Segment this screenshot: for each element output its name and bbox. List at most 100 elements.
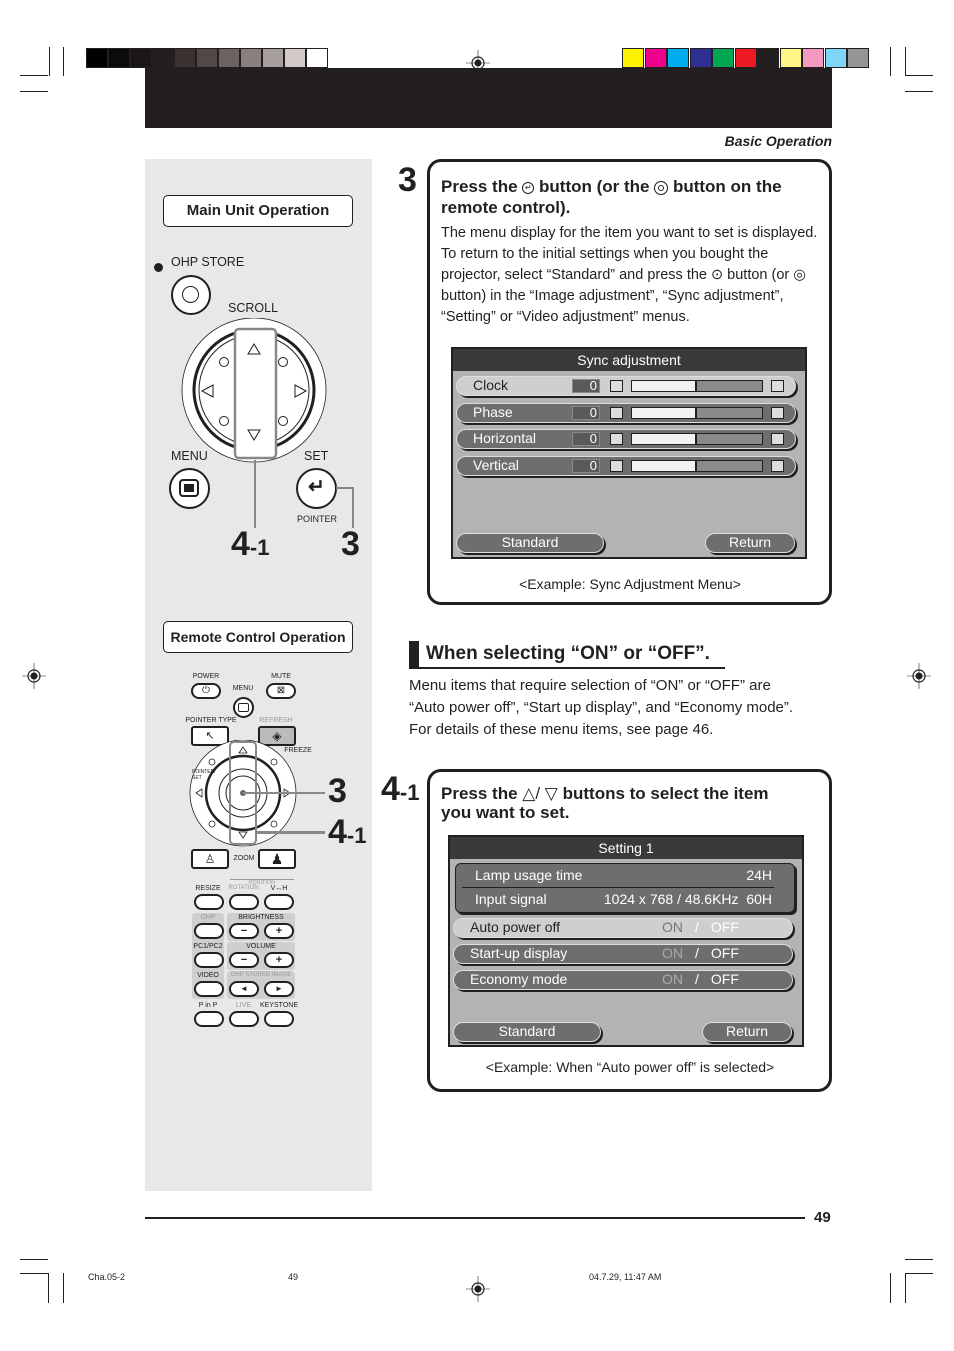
separator: /: [695, 919, 699, 935]
info-label: Lamp usage time: [475, 867, 583, 883]
remote-set-icon: [654, 180, 669, 195]
ohp-button[interactable]: [194, 923, 224, 939]
rotation-button[interactable]: [229, 894, 259, 910]
info-value: 24H: [746, 867, 772, 883]
standard-button[interactable]: Standard: [453, 1022, 601, 1042]
value-box: 0: [572, 405, 600, 420]
setting-label: Auto power off: [470, 919, 561, 935]
menu-label: MENU: [171, 449, 208, 463]
footer-rule: [145, 1217, 805, 1219]
section-label: Basic Operation: [724, 133, 832, 149]
slider-fill: [632, 381, 697, 391]
pinp-button[interactable]: [194, 1011, 224, 1027]
off-option[interactable]: OFF: [711, 919, 739, 935]
crop-mark: [20, 1273, 48, 1274]
off-option[interactable]: OFF: [711, 945, 739, 961]
brightness-minus-button[interactable]: −: [229, 923, 259, 939]
setting-menu-caption: <Example: When “Auto power off” is selec…: [485, 1059, 775, 1075]
on-off-selector[interactable]: ON / OFF: [662, 971, 739, 988]
brightness-plus-button[interactable]: +: [264, 923, 294, 939]
separator: /: [695, 971, 699, 987]
crop-mark: [905, 75, 933, 76]
standard-button[interactable]: Standard: [456, 533, 604, 553]
crop-mark: [905, 91, 933, 92]
color-swatch: [644, 48, 667, 68]
gray-swatch: [130, 48, 152, 68]
set-label: SET: [304, 449, 329, 463]
gray-swatch: [284, 48, 306, 68]
slug-file: Cha.05-2: [88, 1272, 126, 1282]
resize-button[interactable]: [194, 894, 224, 910]
heading-underline: [409, 667, 725, 669]
info-divider: [462, 887, 774, 888]
pc1pc2-button[interactable]: [194, 952, 224, 968]
volume-minus-button[interactable]: −: [229, 952, 259, 968]
on-option[interactable]: ON: [662, 971, 683, 987]
refresh-label: REFRESH: [259, 717, 293, 724]
video-button[interactable]: [194, 981, 224, 997]
zoom-out-button[interactable]: ♙: [191, 849, 229, 869]
volume-plus-button[interactable]: +: [264, 952, 294, 968]
on-off-selector[interactable]: ON / OFF: [662, 919, 739, 936]
setting-row[interactable]: Start-up display ON / OFF: [453, 944, 793, 964]
adjust-slider[interactable]: [631, 380, 763, 392]
slider-fill: [632, 460, 697, 471]
color-swatch: [847, 48, 869, 68]
power-button[interactable]: ⏻: [191, 683, 221, 699]
step-3-body: The menu display for the item you want t…: [441, 225, 818, 325]
mute-label: MUTE: [271, 673, 291, 680]
zoom-in-button[interactable]: ♟: [258, 849, 296, 869]
keystone-button[interactable]: [264, 1011, 294, 1027]
adjust-slider[interactable]: [631, 433, 763, 445]
stored-image-prev-button[interactable]: ◄: [229, 981, 259, 997]
registration-mark-icon: [466, 1276, 490, 1307]
main-unit-operation-label: Main Unit Operation: [163, 195, 353, 227]
stored-image-next-button[interactable]: ►: [264, 981, 294, 997]
heading-bar-icon: [409, 641, 419, 667]
setting-label: Start-up display: [470, 945, 568, 961]
remote-menu-label: MENU: [232, 685, 254, 692]
volume-label: VOLUME: [246, 943, 276, 950]
remote-menu-button[interactable]: [233, 697, 254, 718]
on-off-selector[interactable]: ON / OFF: [662, 945, 739, 962]
adjust-slider[interactable]: [631, 406, 763, 419]
setting-row[interactable]: Economy mode ON / OFF: [453, 970, 793, 990]
on-option[interactable]: ON: [662, 919, 683, 935]
indicator-dot: [154, 263, 163, 272]
vh-button[interactable]: [264, 894, 294, 910]
mute-button[interactable]: ⊠: [266, 683, 296, 699]
crop-mark: [48, 1273, 49, 1303]
setting-row[interactable]: Auto power off ON / OFF: [453, 918, 793, 938]
video-label: VIDEO: [197, 972, 219, 979]
return-button[interactable]: Return: [702, 1022, 792, 1042]
registration-mark-icon: [22, 663, 46, 694]
step-3-title: Press the ↵ button (or the button on the…: [441, 177, 782, 217]
on-option[interactable]: ON: [662, 945, 683, 961]
crop-mark: [20, 75, 48, 76]
max-icon: [771, 459, 784, 472]
scroll-dial[interactable]: [180, 318, 328, 466]
color-swatch: [667, 48, 689, 68]
return-button[interactable]: Return: [705, 533, 795, 553]
adjust-slider[interactable]: [631, 459, 763, 472]
color-swatch: [622, 48, 644, 68]
menu-button[interactable]: [169, 468, 210, 509]
gray-swatch: [86, 48, 108, 68]
min-icon: [610, 459, 623, 472]
color-swatch: [712, 48, 734, 68]
crop-mark: [890, 47, 891, 76]
callout-line: [256, 831, 325, 834]
gray-swatch: [108, 48, 130, 68]
gray-swatch: [240, 48, 262, 68]
remote-control-operation-label: Remote Control Operation: [163, 621, 353, 653]
ohp-store-button[interactable]: [171, 275, 211, 315]
pointer-type-label: POINTER TYPE: [185, 717, 237, 724]
menu-title: Sync adjustment: [453, 349, 805, 371]
set-button[interactable]: ↵: [296, 468, 337, 509]
color-swatch: [734, 48, 757, 68]
remote-callout-3: 3: [328, 772, 347, 810]
value-box: 0: [572, 379, 600, 393]
live-button[interactable]: [229, 1011, 259, 1027]
crop-mark: [905, 1273, 933, 1274]
off-option[interactable]: OFF: [711, 971, 739, 987]
